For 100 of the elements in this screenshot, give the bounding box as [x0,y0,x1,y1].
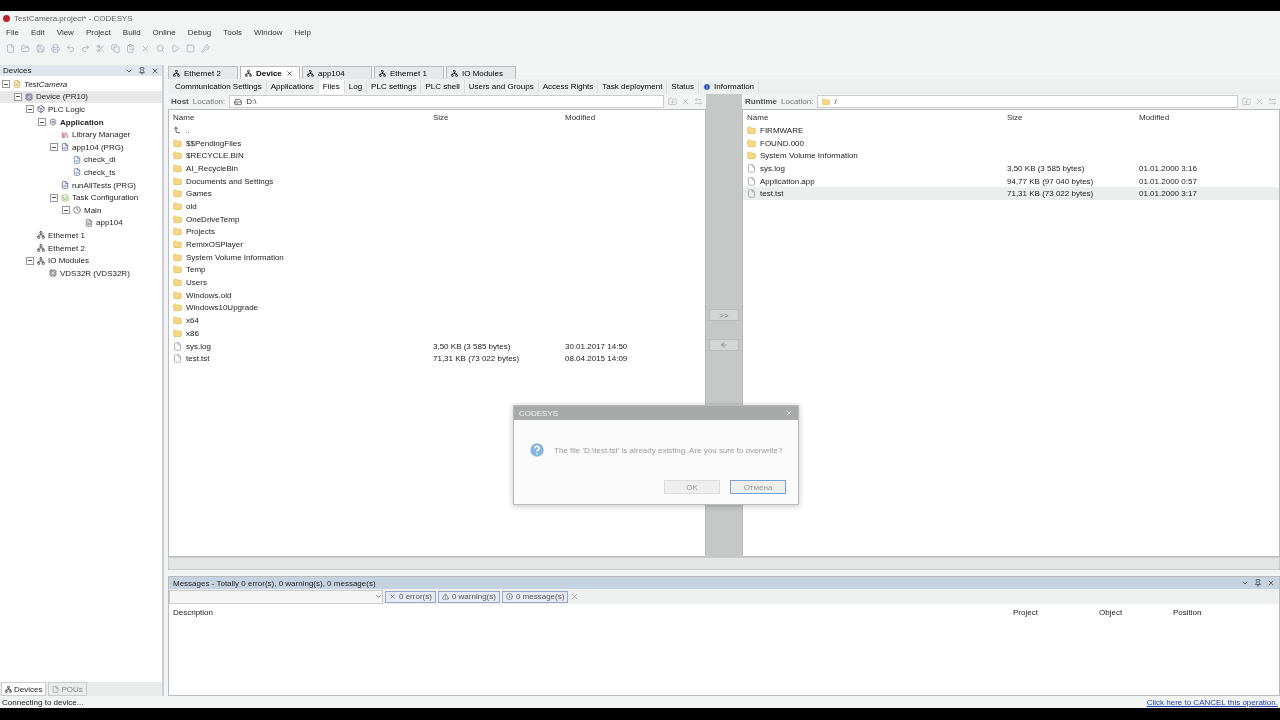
file-row[interactable]: Documents and Settings [169,174,705,188]
toolbar-icon[interactable] [156,43,165,53]
toolbar-icon[interactable] [126,43,135,53]
column-header[interactable]: Size [433,112,565,122]
toolbar-icon[interactable] [201,43,210,53]
horizontal-scrollbar[interactable] [168,557,1280,570]
collapse-toggle[interactable] [62,206,70,215]
menu-item[interactable]: View [56,27,74,37]
message-filter[interactable]: 0 message(s) [501,590,569,603]
editor-tab[interactable]: Ethernet 2 [168,66,238,79]
pin-icon[interactable] [138,66,146,75]
location-field[interactable]: / [817,95,1238,108]
column-header[interactable]: Description [173,608,1013,617]
tree-item[interactable]: check_di [0,153,162,167]
column-header[interactable]: Name [747,112,1007,122]
file-row[interactable]: AI_RecycleBin [169,162,705,175]
clear-icon[interactable] [570,592,580,601]
settings-page-tab[interactable]: Users and Groups [464,79,539,94]
file-row[interactable]: RemixOSPlayer [169,238,705,251]
menu-item[interactable]: Window [254,27,283,37]
toolbar-icon[interactable] [96,43,105,53]
menu-item[interactable]: Edit [30,27,45,37]
delete-icon[interactable] [681,97,690,106]
file-row[interactable]: sys.log 3,50 KB (3 585 bytes) 30.01.2017 14:50 [169,339,705,353]
file-row[interactable]: Users [169,276,705,289]
file-row[interactable]: old [169,200,705,213]
file-row[interactable]: test.tst 71,31 KB (73 022 bytes) 01.01.2000 3:17 [743,187,1279,201]
tree-item[interactable]: Task Configuration [0,191,162,204]
close-icon[interactable] [1267,579,1275,587]
settings-page-tab[interactable]: Communication Settings [171,79,267,94]
column-header[interactable]: Size [1007,112,1139,122]
tree-item[interactable]: Ethernet 1 [0,229,162,242]
menu-item[interactable]: File [6,27,19,37]
collapse-toggle[interactable] [14,92,22,101]
refresh-icon[interactable] [1268,97,1277,106]
tree-item[interactable]: Application [0,115,162,129]
settings-page-tab[interactable]: Access Rights [538,79,599,94]
toolbar-icon[interactable] [51,43,60,53]
tree-item[interactable]: runAllTests (PRG) [0,178,162,192]
menu-item[interactable]: Online [152,27,176,37]
settings-page-tab[interactable]: Status [667,79,700,94]
file-row[interactable]: Application.app 94,77 KB (97 040 bytes) 01.01.2000 0:57 [743,174,1279,188]
close-icon[interactable] [285,69,293,77]
settings-page-tab[interactable]: Log [344,79,368,94]
collapse-toggle[interactable] [26,105,34,114]
file-row[interactable]: Windows.old [169,288,705,302]
file-row[interactable]: .. [169,124,705,137]
file-row[interactable]: test.tst 71,31 KB (73 022 bytes) 08.04.2015 14:09 [169,352,705,366]
collapse-toggle[interactable] [50,143,58,152]
settings-page-tab[interactable]: Applications [266,79,319,94]
settings-page-tab[interactable]: Files [318,79,345,94]
toolbar-icon[interactable] [141,43,150,53]
file-row[interactable]: x64 [169,314,705,327]
file-row[interactable]: FOUND.000 [743,136,1279,150]
file-row[interactable]: $$PendingFiles [169,136,705,150]
tree-item[interactable]: Ethernet 2 [0,241,162,255]
collapse-toggle[interactable] [50,193,58,202]
file-row[interactable]: sys.log 3,50 KB (3 585 bytes) 01.01.2000 3:16 [743,162,1279,175]
message-filter[interactable]: 0 warning(s) [437,590,500,603]
file-row[interactable]: Projects [169,225,705,239]
new-folder-icon[interactable] [668,97,677,106]
menu-item[interactable]: Project [85,27,111,37]
column-header[interactable]: Project [1013,608,1099,617]
file-row[interactable]: FIRMWARE [743,124,1279,137]
file-row[interactable]: System Volume Information [743,149,1279,163]
pin-icon[interactable] [1254,579,1262,587]
tree-item[interactable]: TestCamera [0,78,162,91]
toolbar-icon[interactable] [36,43,45,53]
file-row[interactable]: x86 [169,327,705,340]
message-source-dropdown[interactable] [169,589,383,604]
tree-item[interactable]: Main [0,203,162,217]
tree-item[interactable]: Library Manager [0,128,162,141]
cancel-link[interactable]: Click here to CANCEL this operation. [1146,697,1278,707]
settings-page-tab[interactable]: Task deployment [598,79,668,94]
editor-tab[interactable]: Device [240,66,300,79]
editor-tab[interactable]: IO Modules [446,66,516,79]
menu-item[interactable]: Debug [187,27,212,37]
tree-item[interactable]: IO Modules [0,254,162,267]
editor-tab[interactable]: Ethernet 1 [374,66,444,79]
file-row[interactable]: $RECYCLE.BIN [169,149,705,163]
file-row[interactable]: Windows10Upgrade [169,301,705,315]
menu-item[interactable]: Help [294,27,311,37]
location-field[interactable]: D:\ [229,95,664,108]
column-header[interactable]: Position [1173,608,1275,617]
file-row[interactable]: OneDriveTemp [169,212,705,226]
message-filter[interactable]: 0 error(s) [385,590,436,603]
tree-item[interactable]: VDS32R (VDS32R) [0,266,162,280]
refresh-icon[interactable] [694,97,703,106]
collapse-toggle[interactable] [38,118,46,127]
column-header[interactable]: Name [173,112,433,122]
toolbar-icon[interactable] [111,43,120,53]
toolbar-icon[interactable] [6,43,15,53]
settings-page-tab[interactable]: PLC settings [367,79,422,94]
column-header[interactable]: Modified [1139,112,1275,122]
tree-item[interactable]: app104 [0,216,162,230]
settings-page-tab[interactable]: Information [699,79,760,94]
file-row[interactable]: System Volume Information [169,250,705,264]
delete-icon[interactable] [1255,97,1264,106]
toolbar-icon[interactable] [81,43,90,53]
collapse-toggle[interactable] [26,256,34,265]
